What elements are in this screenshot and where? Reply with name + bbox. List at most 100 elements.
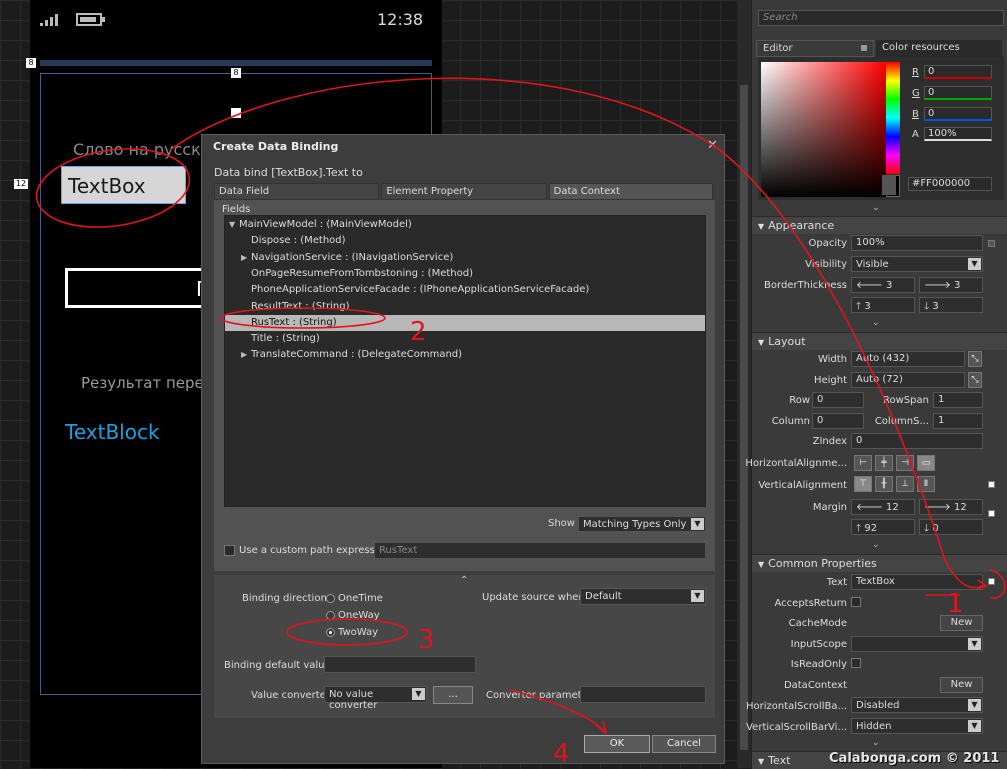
height-field[interactable]: Auto (72) bbox=[851, 372, 965, 388]
tab-color-resources[interactable]: Color resources bbox=[876, 40, 1002, 57]
radio-oneway[interactable] bbox=[326, 611, 335, 620]
accepts-return-checkbox[interactable] bbox=[851, 597, 861, 607]
margin-left-field[interactable]: 🡐 12 bbox=[851, 499, 915, 515]
text-field[interactable]: TextBox bbox=[851, 574, 983, 590]
radio-onetime[interactable] bbox=[326, 594, 335, 603]
align-right-icon[interactable]: ⊣ bbox=[896, 455, 914, 471]
chevron-down-icon: ▼ bbox=[968, 699, 981, 711]
expander-icon[interactable]: ▶ bbox=[241, 347, 251, 363]
binding-options-panel: ⌃ Binding direction OneTime OneWay TwoWa… bbox=[214, 575, 715, 718]
tree-item[interactable]: ▶ TranslateCommand : (DelegateCommand) bbox=[225, 347, 705, 363]
tab-data-context[interactable]: Data Context bbox=[548, 183, 713, 200]
translate-button-element[interactable]: П bbox=[65, 268, 215, 308]
value-converter-select[interactable]: No value converter ▼ bbox=[324, 686, 427, 711]
hscroll-value: Disabled bbox=[856, 700, 900, 711]
tab-data-field[interactable]: Data Field bbox=[214, 183, 380, 200]
hex-color-field[interactable]: #FF000000 bbox=[908, 177, 992, 191]
appearance-section-header[interactable]: ▼ Appearance bbox=[752, 216, 1007, 234]
align-left-icon[interactable]: ⊢ bbox=[854, 455, 872, 471]
color-saturation-picker[interactable] bbox=[761, 62, 886, 197]
top-margin-marker[interactable]: 8 bbox=[231, 68, 241, 78]
b-field[interactable]: 0 bbox=[924, 107, 992, 121]
layout-section-header[interactable]: ▼ Layout bbox=[752, 332, 1007, 350]
align-top-icon[interactable]: ⊤ bbox=[854, 476, 872, 492]
textbox-element[interactable]: TextBox bbox=[61, 166, 186, 204]
expander-icon[interactable]: ▼ bbox=[229, 217, 239, 233]
update-source-select[interactable]: Default ▼ bbox=[580, 588, 706, 605]
converter-browse-button[interactable]: ... bbox=[433, 686, 473, 704]
align-center-icon[interactable]: ╪ bbox=[875, 455, 893, 471]
collapse-options-icon[interactable]: ⌃ bbox=[460, 575, 468, 586]
align-bottom-icon[interactable]: ⊥ bbox=[896, 476, 914, 492]
collapse-chevron-icon[interactable]: ⌄ bbox=[872, 738, 880, 748]
custom-path-checkbox[interactable] bbox=[224, 545, 235, 556]
eyedropper-icon[interactable] bbox=[882, 175, 896, 195]
local-value-marker[interactable] bbox=[988, 481, 995, 488]
collapse-chevron-icon[interactable]: ⌄ bbox=[872, 540, 880, 550]
tab-element-property[interactable]: Element Property bbox=[381, 183, 547, 200]
adorner-marker[interactable] bbox=[231, 108, 241, 118]
is-readonly-checkbox[interactable] bbox=[851, 658, 861, 668]
tree-item[interactable]: Title : (String) bbox=[225, 331, 705, 347]
property-search-input[interactable]: Search bbox=[758, 10, 1004, 26]
converter-parameter-input[interactable] bbox=[580, 686, 706, 703]
cache-mode-new-button[interactable]: New bbox=[940, 615, 983, 631]
border-left-field[interactable]: 🡐 3 bbox=[851, 277, 915, 293]
r-field[interactable]: 0 bbox=[924, 65, 992, 79]
fields-tree[interactable]: ▼ MainViewModel : (MainViewModel) Dispose … bbox=[224, 215, 706, 507]
align-middle-icon[interactable]: ╫ bbox=[875, 476, 893, 492]
tab-editor[interactable]: Editor bbox=[756, 40, 874, 57]
tree-item[interactable]: RusText : (String) bbox=[225, 314, 705, 331]
align-vstretch-icon[interactable]: Ⅱ bbox=[917, 476, 935, 492]
input-scope-select[interactable]: ▼ bbox=[851, 636, 983, 652]
collapse-chevron-icon[interactable]: ⌄ bbox=[872, 318, 880, 328]
scrollbar-thumb[interactable] bbox=[740, 85, 748, 750]
set-auto-icon[interactable]: ⤡ bbox=[968, 351, 982, 367]
cancel-button[interactable]: Cancel bbox=[652, 735, 716, 753]
rowspan-field[interactable]: 1 bbox=[933, 392, 983, 408]
opacity-field[interactable]: 100% bbox=[851, 235, 983, 251]
close-icon[interactable]: ✕ bbox=[707, 138, 718, 153]
tree-item[interactable]: Dispose : (Method) bbox=[225, 233, 705, 249]
visibility-select[interactable]: Visible ▼ bbox=[851, 256, 983, 272]
zindex-field[interactable]: 0 bbox=[851, 433, 983, 449]
advanced-options-marker[interactable] bbox=[988, 578, 995, 585]
columnspan-field[interactable]: 1 bbox=[933, 413, 983, 429]
border-right-field[interactable]: 🡒 3 bbox=[919, 277, 983, 293]
advanced-options-marker[interactable] bbox=[988, 240, 995, 247]
data-context-new-button[interactable]: New bbox=[940, 677, 983, 693]
width-field[interactable]: Auto (432) bbox=[851, 351, 965, 367]
common-properties-section-header[interactable]: ▼ Common Properties bbox=[752, 554, 1007, 572]
g-field[interactable]: 0 bbox=[924, 86, 992, 100]
custom-path-input[interactable]: RusText bbox=[374, 542, 706, 559]
radio-twoway[interactable] bbox=[326, 628, 335, 637]
column-field[interactable]: 0 bbox=[812, 413, 864, 429]
expander-icon[interactable]: ▶ bbox=[241, 250, 251, 266]
border-bottom-field[interactable]: 🡓 3 bbox=[919, 297, 983, 313]
border-top-field[interactable]: 🡑 3 bbox=[851, 297, 915, 313]
tree-item[interactable]: PhoneApplicationServiceFacade : (IPhoneA… bbox=[225, 282, 705, 298]
textblock-element[interactable]: TextBlock bbox=[65, 420, 160, 444]
corner-marker[interactable]: 8 bbox=[26, 58, 36, 68]
tree-item[interactable]: ResultText : (String) bbox=[225, 299, 705, 315]
row-field[interactable]: 0 bbox=[812, 392, 864, 408]
vscroll-select[interactable]: Hidden ▼ bbox=[851, 718, 983, 734]
a-field[interactable]: 100% bbox=[924, 127, 992, 141]
hscroll-select[interactable]: Disabled ▼ bbox=[851, 697, 983, 713]
margin-right-field[interactable]: 🡒 12 bbox=[919, 499, 983, 515]
hue-slider[interactable] bbox=[886, 62, 900, 174]
collapse-chevron-icon[interactable]: ⌄ bbox=[872, 203, 880, 213]
properties-scrollbar[interactable] bbox=[737, 0, 751, 768]
set-auto-icon[interactable]: ⤡ bbox=[968, 372, 982, 388]
show-filter-select[interactable]: Matching Types Only ▼ bbox=[578, 516, 706, 532]
local-value-marker[interactable] bbox=[988, 510, 995, 517]
tree-item[interactable]: ▶ NavigationService : (INavigationService… bbox=[225, 250, 705, 266]
tree-item[interactable]: ▼ MainViewModel : (MainViewModel) bbox=[225, 217, 705, 233]
border-right-value: 3 bbox=[954, 280, 961, 291]
ok-button[interactable]: OK bbox=[584, 735, 650, 753]
margin-bottom-field[interactable]: 🡓 0 bbox=[919, 519, 983, 535]
align-stretch-icon[interactable]: ▭ bbox=[917, 455, 935, 471]
binding-default-input[interactable] bbox=[324, 656, 476, 673]
margin-top-field[interactable]: 🡑 92 bbox=[851, 519, 915, 535]
tree-item[interactable]: OnPageResumeFromTombstoning : (Method) bbox=[225, 266, 705, 282]
